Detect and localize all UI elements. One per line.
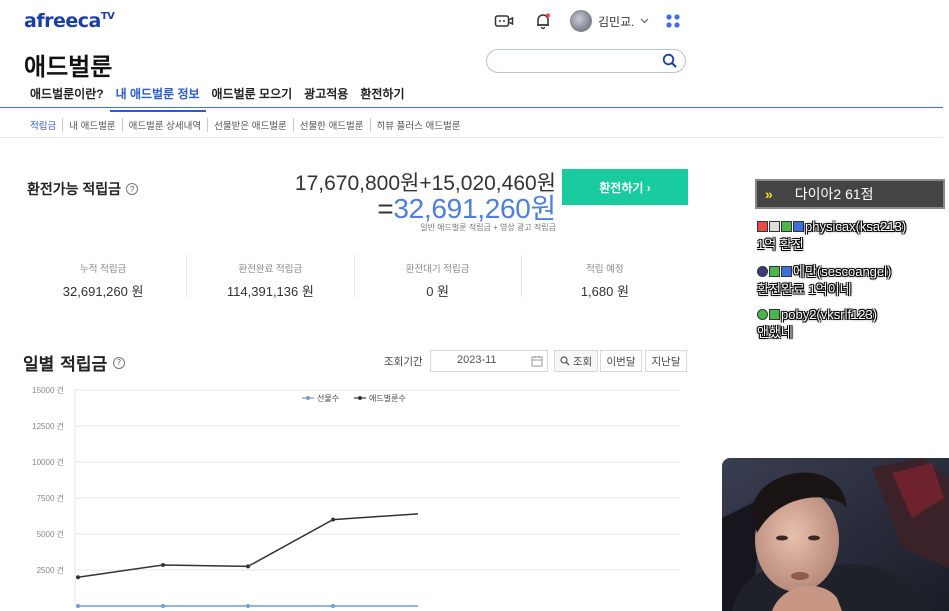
stat-scheduled: 적립 예정 1,680 원 bbox=[520, 255, 688, 299]
chart-point bbox=[246, 564, 250, 569]
notification-bell-icon[interactable] bbox=[532, 10, 554, 32]
stat-pending: 환전대기 적립금 0 원 bbox=[353, 255, 521, 299]
chart-point bbox=[331, 517, 335, 522]
this-month-button[interactable]: 이번달 bbox=[600, 350, 642, 372]
daily-title-text: 일별 적립금 bbox=[23, 355, 108, 375]
badge-icon bbox=[769, 266, 780, 277]
badge-icon bbox=[793, 221, 804, 232]
chart-y-tick-label: 15000 건 bbox=[32, 385, 64, 395]
chart-point bbox=[331, 604, 335, 608]
subnav-item-my-balloon[interactable]: 내 애드벌룬 bbox=[62, 118, 121, 132]
chat-text: 1억 환전 bbox=[757, 237, 804, 252]
stat-value: 32,691,260 원 bbox=[62, 284, 144, 299]
search-icon bbox=[560, 356, 570, 366]
subnav-item-detail[interactable]: 애드벌룬 상세내역 bbox=[121, 118, 208, 132]
stat-title: 누적 적립금 bbox=[79, 264, 127, 275]
avatar bbox=[570, 10, 592, 32]
help-icon[interactable]: ? bbox=[113, 356, 126, 369]
broadcast-icon[interactable] bbox=[493, 10, 515, 32]
stat-value: 114,391,136 원 bbox=[226, 284, 314, 299]
chart-point bbox=[76, 575, 80, 580]
user-menu[interactable]: 김민교. bbox=[570, 10, 649, 32]
stats-row: 누적 적립금 32,691,260 원 환전완료 적립금 114,391,136… bbox=[20, 255, 688, 299]
chat-header-text: 다이아2 61점 bbox=[794, 186, 874, 202]
subnav-item-received[interactable]: 선물받은 애드벌룬 bbox=[207, 118, 293, 132]
badge-icon bbox=[781, 221, 792, 232]
chart-y-tick-label: 7500 건 bbox=[37, 493, 64, 503]
chart-point bbox=[161, 604, 165, 608]
total-amount: 32,691,260원 bbox=[393, 193, 556, 224]
subnav-item-plus[interactable]: 히뷰 플러스 애드벌룬 bbox=[369, 118, 467, 132]
stat-title: 환전완료 적립금 bbox=[238, 264, 303, 275]
chart-y-tick-label: 5000 건 bbox=[37, 529, 64, 539]
search-period-label: 조회 bbox=[572, 355, 593, 368]
reserve-note: 일반 애드벌룬 적립금 + 영상 광고 적립금 bbox=[420, 223, 556, 232]
chat-user-name[interactable]: physicax(ksa213) bbox=[805, 219, 906, 234]
subnav-item-gifted[interactable]: 선물한 애드벌룬 bbox=[292, 118, 370, 132]
avatar bbox=[757, 309, 768, 320]
chart-point bbox=[76, 604, 80, 608]
badge-icon bbox=[757, 221, 768, 232]
logo-text: afreeca bbox=[24, 10, 101, 32]
stat-value: 1,680 원 bbox=[580, 284, 629, 299]
stat-title: 적립 예정 bbox=[586, 264, 624, 275]
exchangeable-label-text: 환전가능 적립금 bbox=[27, 181, 122, 197]
legend-marker bbox=[358, 396, 362, 400]
reserve-total: =32,691,260원 bbox=[377, 187, 556, 227]
chart-y-tick-label: 12500 건 bbox=[32, 421, 64, 431]
double-chevron-icon: » bbox=[765, 186, 773, 202]
chart-y-tick-label: 10000 건 bbox=[32, 457, 64, 467]
chat-text: 환전완료 1억이네 bbox=[757, 282, 852, 297]
chat-user-name[interactable]: poby2(vksrlf123) bbox=[781, 307, 877, 322]
search-icon[interactable] bbox=[662, 53, 678, 69]
period-label: 조회기간 bbox=[384, 356, 423, 368]
badge-icon bbox=[781, 266, 792, 277]
stat-title: 환전대기 적립금 bbox=[405, 264, 470, 275]
chart-point bbox=[161, 562, 165, 567]
last-month-button[interactable]: 지난달 bbox=[645, 350, 687, 372]
chat-message: poby2(vksrlf123) 앤했네 bbox=[757, 306, 877, 342]
badge-icon bbox=[769, 309, 780, 320]
afreecatv-logo[interactable]: afreecaTV bbox=[24, 10, 115, 32]
chart-point bbox=[246, 604, 250, 608]
search-period-button[interactable]: 조회 bbox=[554, 350, 598, 372]
calendar-icon[interactable] bbox=[531, 355, 543, 367]
chat-message: physicax(ksa213) 1억 환전 bbox=[757, 218, 906, 254]
daily-chart: 15000 건 12500 건 10000 건 7500 건 5000 건 2500 건 선… bbox=[32, 385, 680, 608]
exchange-button[interactable]: 환전하기 › bbox=[562, 169, 688, 205]
stat-exchanged: 환전완료 적립금 114,391,136 원 bbox=[186, 255, 353, 299]
streamer-webcam bbox=[722, 458, 949, 611]
legend-label: 애드벌룬수 bbox=[369, 393, 406, 403]
period-input[interactable]: 2023-11 bbox=[430, 350, 548, 372]
chat-message: 에만(sescoangel) 환전완료 1억이네 bbox=[757, 263, 891, 299]
period-value: 2023-11 bbox=[457, 354, 497, 366]
equals-sign: = bbox=[377, 193, 394, 224]
chart-y-tick-label: 2500 건 bbox=[37, 565, 64, 575]
logo-tv-text: TV bbox=[100, 11, 115, 22]
stat-cumulative: 누적 적립금 32,691,260 원 bbox=[20, 255, 186, 299]
chat-user-name[interactable]: 에만(sescoangel) bbox=[793, 264, 891, 279]
legend-marker bbox=[306, 396, 310, 400]
subnav-divider bbox=[0, 137, 943, 138]
legend-label: 선물수 bbox=[317, 394, 339, 403]
user-name: 김민교. bbox=[598, 14, 635, 29]
subnav-item-reserve[interactable]: 적립금 bbox=[30, 118, 62, 132]
chevron-down-icon bbox=[641, 18, 649, 24]
search-box[interactable] bbox=[486, 49, 686, 73]
badge-icon bbox=[769, 221, 780, 232]
chat-text: 앤했네 bbox=[757, 325, 793, 340]
exchangeable-label: 환전가능 적립금 ? bbox=[27, 179, 139, 199]
app-grid-icon[interactable] bbox=[662, 10, 684, 32]
help-icon[interactable]: ? bbox=[126, 183, 139, 195]
daily-title: 일별 적립금 ? bbox=[23, 350, 126, 375]
stat-value: 0 원 bbox=[426, 284, 450, 299]
page-title: 애드벌룬 bbox=[24, 53, 113, 81]
chat-donation-header: » 다이아2 61점 bbox=[755, 179, 945, 209]
search-input[interactable] bbox=[497, 50, 667, 72]
avatar bbox=[757, 266, 768, 277]
nav-divider bbox=[0, 107, 943, 108]
sub-nav: 적립금 내 애드벌룬 애드벌룬 상세내역 선물받은 애드벌룬 선물한 애드벌룬 … bbox=[30, 118, 466, 132]
